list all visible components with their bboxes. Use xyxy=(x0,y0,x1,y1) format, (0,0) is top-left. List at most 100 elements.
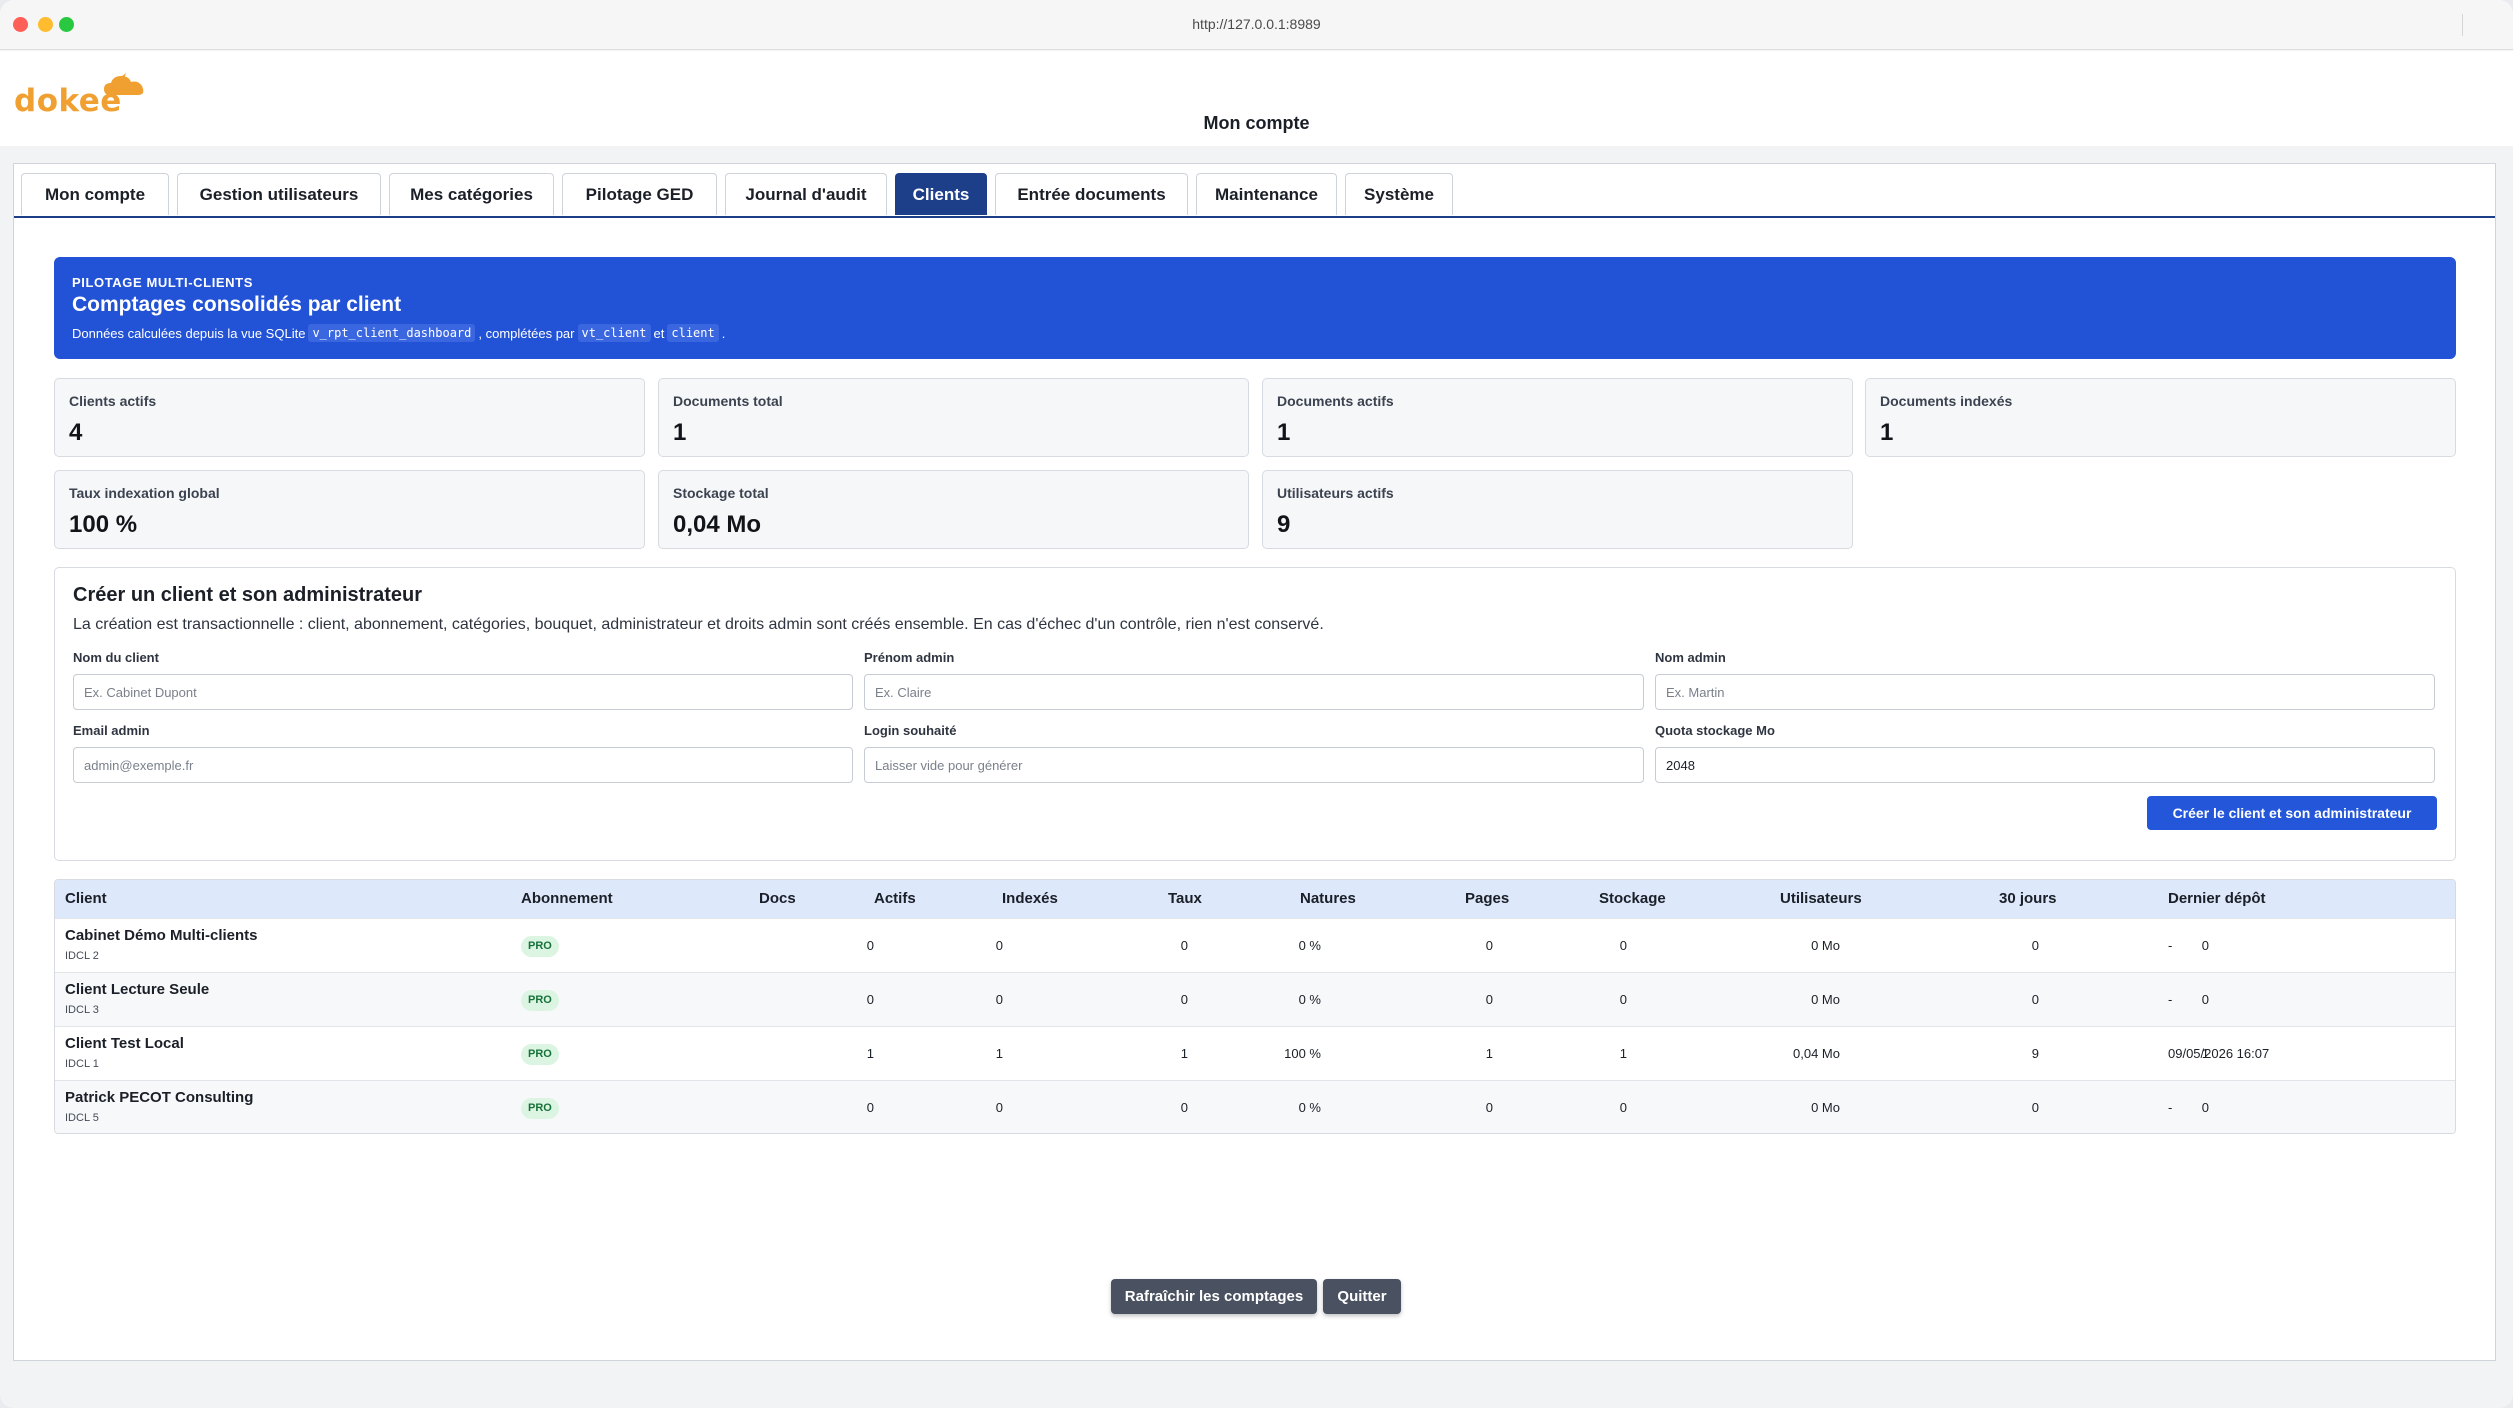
cell-actifs: 1 xyxy=(995,1046,1003,1061)
tab-gestion-utilisateurs[interactable]: Gestion utilisateurs xyxy=(177,173,381,215)
cell-indexes: 1 xyxy=(1180,1046,1188,1061)
th-pages[interactable]: Pages xyxy=(1465,890,1509,907)
stat-value: 1 xyxy=(1277,419,1291,446)
th-utilisateurs[interactable]: Utilisateurs xyxy=(1780,890,1862,907)
cell-actifs: 0 xyxy=(995,1100,1003,1115)
client-name: Cabinet Démo Multi-clients xyxy=(65,927,258,944)
client-id: IDCL 5 xyxy=(65,1112,99,1124)
titlebar-divider xyxy=(2462,14,2463,36)
stat-label: Taux indexation global xyxy=(69,485,220,501)
banner-desc-end: . xyxy=(721,325,726,341)
nom-admin-input[interactable] xyxy=(1655,674,2435,710)
tab-mon-compte[interactable]: Mon compte xyxy=(21,173,169,215)
tab-systeme[interactable]: Système xyxy=(1345,173,1453,215)
client-name: Patrick PECOT Consulting xyxy=(65,1089,254,1106)
th-docs[interactable]: Docs xyxy=(759,890,796,907)
code-vt-client: vt_client xyxy=(577,324,651,342)
cell-indexes: 0 xyxy=(1180,992,1188,1007)
cell-natures: 0 xyxy=(1485,1100,1493,1115)
tab-pilotage-ged[interactable]: Pilotage GED xyxy=(562,173,717,215)
stat-label: Stockage total xyxy=(673,485,769,501)
stat-value: 0,04 Mo xyxy=(673,511,762,538)
table-row[interactable]: Patrick PECOT Consulting IDCL 5 PRO 0 0 … xyxy=(55,1080,2455,1133)
create-client-button[interactable]: Créer le client et son administrateur xyxy=(2147,796,2437,830)
tab-clients[interactable]: Clients xyxy=(895,173,987,215)
cell-dernier-depot: - xyxy=(2168,938,2173,953)
cell-taux: 0 % xyxy=(1298,1100,1321,1115)
quit-button[interactable]: Quitter xyxy=(1323,1279,1401,1314)
th-client[interactable]: Client xyxy=(65,890,107,907)
cell-dernier-depot: - xyxy=(2168,1100,2173,1115)
nom-client-input[interactable] xyxy=(73,674,853,710)
cell-utilisateurs: 0 xyxy=(2031,938,2039,953)
plan-badge: PRO xyxy=(521,1044,559,1065)
cell-natures: 0 xyxy=(1485,992,1493,1007)
th-indexes[interactable]: Indexés xyxy=(1002,890,1058,907)
stat-card-utilisateurs-actifs: Utilisateurs actifs 9 xyxy=(1262,470,1853,549)
th-dernier-depot[interactable]: Dernier dépôt xyxy=(2168,890,2266,907)
tab-journal-audit[interactable]: Journal d'audit xyxy=(725,173,887,215)
th-actifs[interactable]: Actifs xyxy=(874,890,916,907)
plan-badge: PRO xyxy=(521,1098,559,1119)
form-title: Créer un client et son administrateur xyxy=(73,584,422,606)
cell-indexes: 0 xyxy=(1180,1100,1188,1115)
banner-title: Comptages consolidés par client xyxy=(72,293,402,316)
banner-description: Données calculées depuis la vue SQLite v… xyxy=(72,324,725,342)
label-email-admin: Email admin xyxy=(73,723,150,738)
th-stockage[interactable]: Stockage xyxy=(1599,890,1666,907)
plan-badge: PRO xyxy=(521,990,559,1011)
prenom-admin-input[interactable] xyxy=(864,674,1644,710)
cell-taux: 100 % xyxy=(1284,1046,1321,1061)
banner-desc-prefix: Données calculées depuis la vue SQLite xyxy=(72,325,306,341)
stat-value: 4 xyxy=(69,419,83,446)
label-nom-client: Nom du client xyxy=(73,650,159,665)
stat-card-clients-actifs: Clients actifs 4 xyxy=(54,378,645,457)
stat-value: 1 xyxy=(673,419,687,446)
cell-utilisateurs: 0 xyxy=(2031,992,2039,1007)
th-30-jours[interactable]: 30 jours xyxy=(1999,890,2057,907)
quota-stockage-input[interactable] xyxy=(1655,747,2435,783)
th-taux[interactable]: Taux xyxy=(1168,890,1202,907)
cell-docs: 1 xyxy=(866,1046,874,1061)
cell-actifs: 0 xyxy=(995,938,1003,953)
th-natures[interactable]: Natures xyxy=(1300,890,1356,907)
cell-taux: 0 % xyxy=(1298,938,1321,953)
table-row[interactable]: Client Lecture Seule IDCL 3 PRO 0 0 0 0 … xyxy=(55,972,2455,1026)
cell-docs: 0 xyxy=(866,992,874,1007)
banner-kicker: PILOTAGE MULTI-CLIENTS xyxy=(72,275,253,290)
th-abonnement[interactable]: Abonnement xyxy=(521,890,613,907)
browser-titlebar: http://127.0.0.1:8989 xyxy=(0,0,2513,50)
stat-card-taux-indexation: Taux indexation global 100 % xyxy=(54,470,645,549)
refresh-counts-button[interactable]: Rafraîchir les comptages xyxy=(1111,1279,1317,1314)
cell-docs: 0 xyxy=(866,938,874,953)
cell-pages: 0 xyxy=(1619,1100,1627,1115)
banner-desc-mid: , complétées par xyxy=(478,325,575,341)
login-souhaite-input[interactable] xyxy=(864,747,1644,783)
code-client: client xyxy=(667,324,719,342)
banner-desc-and: et xyxy=(653,325,665,341)
tab-mes-categories[interactable]: Mes catégories xyxy=(389,173,554,215)
cell-dernier-depot: 09/05/2026 16:07 xyxy=(2168,1046,2270,1061)
client-id: IDCL 3 xyxy=(65,1004,99,1016)
table-row[interactable]: Cabinet Démo Multi-clients IDCL 2 PRO 0 … xyxy=(55,918,2455,972)
main-panel: Mon compte Gestion utilisateurs Mes caté… xyxy=(13,163,2496,1361)
table-row[interactable]: Client Test Local IDCL 1 PRO 1 1 1 100 %… xyxy=(55,1026,2455,1080)
clients-table: Client Abonnement Docs Actifs Indexés Ta… xyxy=(54,879,2456,1134)
cell-utilisateurs: 0 xyxy=(2031,1100,2039,1115)
cell-natures: 0 xyxy=(1485,938,1493,953)
email-admin-input[interactable] xyxy=(73,747,853,783)
tab-maintenance[interactable]: Maintenance xyxy=(1196,173,1337,215)
tab-entree-documents[interactable]: Entrée documents xyxy=(995,173,1188,215)
address-bar[interactable]: http://127.0.0.1:8989 xyxy=(0,16,2513,32)
cell-pages: 0 xyxy=(1619,992,1627,1007)
cell-stockage: 0 Mo xyxy=(1811,1100,1840,1115)
label-login-souhaite: Login souhaité xyxy=(864,723,957,738)
cell-stockage: 0,04 Mo xyxy=(1793,1046,1840,1061)
client-id: IDCL 2 xyxy=(65,950,99,962)
table-header: Client Abonnement Docs Actifs Indexés Ta… xyxy=(55,880,2455,918)
cell-pages: 0 xyxy=(1619,938,1627,953)
cell-taux: 0 % xyxy=(1298,992,1321,1007)
cell-indexes: 0 xyxy=(1180,938,1188,953)
stat-label: Clients actifs xyxy=(69,393,157,409)
cell-stockage: 0 Mo xyxy=(1811,938,1840,953)
